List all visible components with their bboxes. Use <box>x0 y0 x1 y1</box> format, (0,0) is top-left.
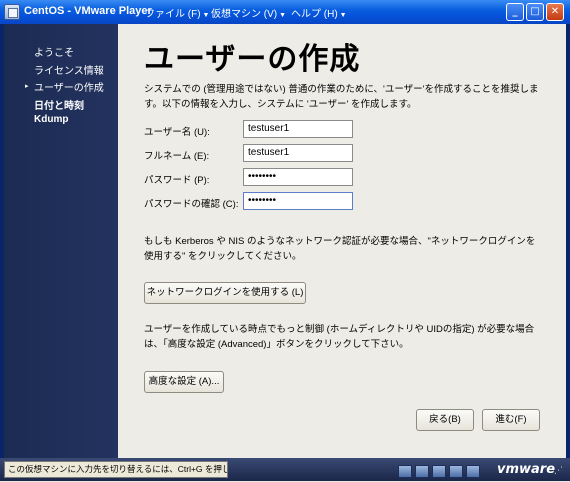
sidebar-item-kdump: Kdump <box>34 114 69 125</box>
vmware-logo: vmware <box>497 462 556 477</box>
username-input[interactable]: testuser1 <box>243 120 353 138</box>
sidebar-item-datetime: 日付と時刻 <box>34 101 84 112</box>
resize-grip-icon[interactable]: ⋰ <box>554 466 566 478</box>
forward-button[interactable]: 進む(F) <box>482 409 540 431</box>
sidebar-item-create-user: ユーザーの作成 <box>34 83 104 94</box>
network-login-button[interactable]: ネットワークログインを使用する (L) <box>144 282 306 304</box>
network-icon[interactable] <box>449 465 463 478</box>
device-icons <box>398 463 483 478</box>
menu-vm-label: 仮想マシン (V) <box>211 9 278 20</box>
menu-file-arrow-icon: ▼ <box>202 12 210 19</box>
window-title: CentOS - VMware Player <box>24 5 152 17</box>
title-bar[interactable]: CentOS - VMware Player ファイル (F) ▼ 仮想マシン (… <box>0 0 570 24</box>
sidebar-item-license: ライセンス情報 <box>34 66 104 77</box>
current-step-arrow-icon: ▸ <box>25 83 29 90</box>
menu-help-label: ヘルプ (H) <box>291 9 338 20</box>
status-bar: この仮想マシンに入力先を切り替えるには、Ctrl+G を押してください。 vmw… <box>0 458 570 481</box>
username-label: ユーザー名 (U): <box>144 127 210 138</box>
usb-icon[interactable] <box>466 465 480 478</box>
create-user-panel: ユーザーの作成 システムでの (管理用途ではない) 普通の作業のために、'ユーザ… <box>118 24 566 458</box>
maximize-button[interactable]: □ <box>526 3 544 21</box>
back-button[interactable]: 戻る(B) <box>416 409 474 431</box>
fullname-label: フルネーム (E): <box>144 151 210 162</box>
vm-display[interactable]: ようこそ ライセンス情報 ▸ ユーザーの作成 日付と時刻 Kdump ユーザーの… <box>4 24 566 458</box>
password-input[interactable]: •••••••• <box>243 168 353 186</box>
menu-file-label: ファイル (F) <box>145 9 201 20</box>
password-label: パスワード (P): <box>144 175 210 186</box>
menu-file[interactable]: ファイル (F) ▼ <box>145 5 209 20</box>
confirm-password-input[interactable]: •••••••• <box>243 192 353 210</box>
vmware-app-icon <box>4 4 20 20</box>
intro-description: システムでの (管理用途ではない) 普通の作業のために、'ユーザー'を作成するこ… <box>144 84 539 110</box>
hard-disk-icon[interactable] <box>398 465 412 478</box>
minimize-button[interactable]: _ <box>506 3 524 21</box>
menu-vm[interactable]: 仮想マシン (V) ▼ <box>211 5 286 20</box>
menu-vm-arrow-icon: ▼ <box>279 12 287 19</box>
network-login-note: もしも Kerberos や NIS のようなネットワーク認証が必要な場合、"ネ… <box>144 236 536 262</box>
floppy-icon[interactable] <box>432 465 446 478</box>
advanced-button[interactable]: 高度な設定 (A)... <box>144 371 224 393</box>
sidebar-item-welcome: ようこそ <box>34 48 74 59</box>
close-button[interactable]: ✕ <box>546 3 564 21</box>
firstboot-sidebar: ようこそ ライセンス情報 ▸ ユーザーの作成 日付と時刻 Kdump <box>4 24 118 458</box>
fullname-input[interactable]: testuser1 <box>243 144 353 162</box>
vmware-player-window: CentOS - VMware Player ファイル (F) ▼ 仮想マシン (… <box>0 0 570 481</box>
confirm-password-label: パスワードの確認 (C): <box>144 199 239 210</box>
menu-help-arrow-icon: ▼ <box>339 12 347 19</box>
input-hint-text: この仮想マシンに入力先を切り替えるには、Ctrl+G を押してください。 <box>4 461 228 478</box>
advanced-note: ユーザーを作成している時点でもっと制御 (ホームディレクトリや UIDの指定) … <box>144 324 535 350</box>
cdrom-icon[interactable] <box>415 465 429 478</box>
page-title: ユーザーの作成 <box>144 43 361 76</box>
menu-help[interactable]: ヘルプ (H) ▼ <box>291 5 347 20</box>
